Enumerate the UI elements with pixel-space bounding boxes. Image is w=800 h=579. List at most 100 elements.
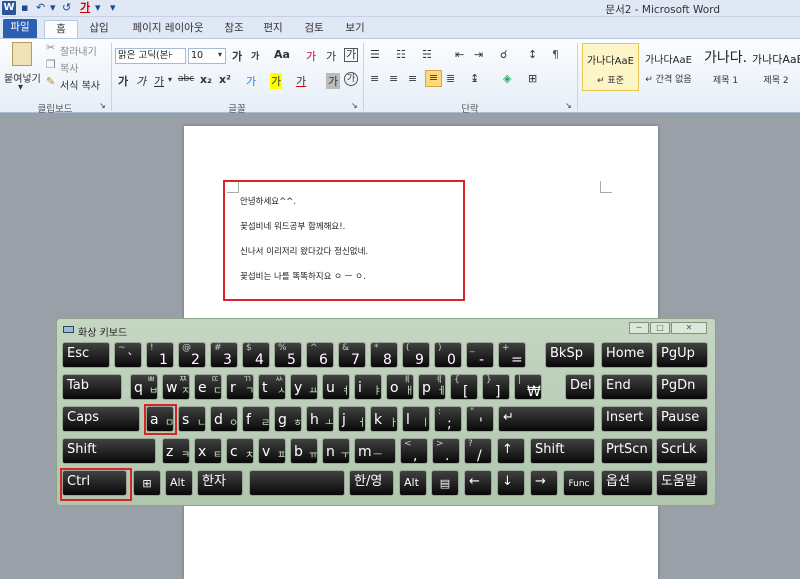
key-menu[interactable]: ▤ xyxy=(431,470,459,496)
minimize-button[interactable]: ─ xyxy=(629,322,649,334)
align-center-icon[interactable]: ≡ xyxy=(389,72,398,85)
key-row1[interactable]: _ - xyxy=(466,342,494,368)
key-won[interactable]: | ₩ xyxy=(514,374,542,400)
key-space[interactable] xyxy=(249,470,345,496)
key-d[interactable]: dㅇ xyxy=(210,406,238,432)
line-spacing-icon[interactable]: ↨ xyxy=(470,72,479,85)
key-v[interactable]: vㅍ xyxy=(258,438,286,464)
decrease-indent-icon[interactable]: ⇤ xyxy=(455,48,464,61)
document-line[interactable]: 안녕하세요^^. xyxy=(240,195,296,207)
copy-icon[interactable]: ❐ xyxy=(46,58,56,71)
key-alt-left[interactable]: Alt xyxy=(165,470,193,496)
undo-icon[interactable]: ↶ xyxy=(36,1,45,15)
character-shading-button[interactable]: 가 xyxy=(326,73,341,89)
key-row1[interactable]: & 7 xyxy=(338,342,366,368)
key-s[interactable]: sㄴ xyxy=(178,406,206,432)
key-row1[interactable]: @2 xyxy=(178,342,206,368)
align-right-icon[interactable]: ≡ xyxy=(408,72,417,85)
increase-indent-icon[interactable]: ⇥ xyxy=(474,48,483,61)
bullets-icon[interactable]: ☰ xyxy=(370,48,380,61)
cut-button[interactable]: 잘라내기 xyxy=(60,43,97,58)
key-shift-left[interactable]: Shift xyxy=(62,438,156,464)
copy-button[interactable]: 복사 xyxy=(60,60,78,75)
key-page-down[interactable]: PgDn xyxy=(656,374,708,400)
paragraph-launcher-icon[interactable]: ↘ xyxy=(565,101,572,110)
undo-dropdown-icon[interactable]: ▾ xyxy=(50,1,56,15)
key-scroll-lock[interactable]: ScrLk xyxy=(656,438,708,464)
paste-dropdown-icon[interactable]: ▾ xyxy=(18,82,23,93)
tab-home[interactable]: 홈 xyxy=(44,20,78,38)
maximize-button[interactable]: □ xyxy=(650,322,670,334)
key-delete[interactable]: Del xyxy=(565,374,595,400)
key-k[interactable]: kㅏ xyxy=(370,406,398,432)
key-row1[interactable]: + = xyxy=(498,342,526,368)
key-y[interactable]: yㅛ xyxy=(290,374,318,400)
font-name-box[interactable]: 맑은 고딕(본⊦ xyxy=(115,48,186,64)
key-n[interactable]: nㅜ xyxy=(322,438,350,464)
key-windows[interactable]: ⊞ xyxy=(133,470,161,496)
key-open-bracket[interactable]: {[ xyxy=(450,374,478,400)
key-row1[interactable]: (9 xyxy=(402,342,430,368)
redo-icon[interactable]: ↺ xyxy=(62,1,71,15)
document-line[interactable]: 신나서 이리저리 왔다갔다 정신없네. xyxy=(240,245,368,257)
key-m[interactable]: mㅡ xyxy=(354,438,396,464)
style-normal[interactable]: 가나다AaE ↵ 표준 xyxy=(582,43,639,91)
key-period[interactable]: >. xyxy=(432,438,460,464)
key-row1[interactable]: * 8 xyxy=(370,342,398,368)
font-launcher-icon[interactable]: ↘ xyxy=(351,101,358,110)
font-color-button[interactable]: 가 xyxy=(296,73,306,89)
key-enter[interactable]: ↵ xyxy=(498,406,595,432)
document-line[interactable]: 꽃섭비네 워드공부 함께해요!. xyxy=(240,220,345,232)
key-u[interactable]: uㅕ xyxy=(322,374,350,400)
tab-review[interactable]: 검토 xyxy=(297,20,331,38)
tab-references[interactable]: 참조 xyxy=(217,20,251,38)
key-e[interactable]: eㄷㄸ xyxy=(194,374,222,400)
key-p[interactable]: pㅔㅖ xyxy=(418,374,446,400)
key-q[interactable]: qㅂㅃ xyxy=(130,374,158,400)
key-help[interactable]: 도움말 xyxy=(656,470,708,496)
qa-font-color-icon[interactable]: 가 xyxy=(80,1,90,15)
phonetic-guide-button[interactable]: 가 xyxy=(326,48,336,64)
key-print-screen[interactable]: PrtScn xyxy=(601,438,653,464)
close-button[interactable]: ✕ xyxy=(671,322,707,334)
superscript-button[interactable]: x² xyxy=(219,73,231,86)
key-row1[interactable]: ~ ` xyxy=(114,342,142,368)
style-no-spacing[interactable]: 가나다AaE ↵ 간격 없음 xyxy=(640,43,697,91)
key-o[interactable]: oㅐㅒ xyxy=(386,374,414,400)
tab-insert[interactable]: 삽입 xyxy=(82,20,116,38)
customize-quick-access-icon[interactable]: ▾ xyxy=(110,1,116,15)
key-c[interactable]: cㅊ xyxy=(226,438,254,464)
key-row1[interactable]: ^ 6 xyxy=(306,342,334,368)
clipboard-launcher-icon[interactable]: ↘ xyxy=(99,101,106,110)
grow-font-button[interactable]: 가 xyxy=(232,48,242,64)
format-painter-icon[interactable]: ✎ xyxy=(46,75,55,88)
key-b[interactable]: bㅠ xyxy=(290,438,318,464)
style-heading-2[interactable]: 가나다AaE 제목 2 xyxy=(752,43,800,91)
strikethrough-button[interactable]: abc xyxy=(178,74,194,84)
key-arrow-up[interactable]: ↑ xyxy=(497,438,525,464)
key-home[interactable]: Home xyxy=(601,342,653,368)
key-w[interactable]: wㅈㅉ xyxy=(162,374,190,400)
key-alt-right[interactable]: Alt xyxy=(399,470,427,496)
highlight-button[interactable]: 가 xyxy=(270,73,283,89)
key-esc[interactable]: Esc xyxy=(62,342,110,368)
key-caps-lock[interactable]: Caps xyxy=(62,406,140,432)
key-i[interactable]: iㅑ xyxy=(354,374,382,400)
key-h[interactable]: hㅗ xyxy=(306,406,334,432)
distributed-icon[interactable]: ≣ xyxy=(446,72,455,85)
format-painter-button[interactable]: 서식 복사 xyxy=(60,77,100,92)
style-heading-1[interactable]: 가나다. 제목 1 xyxy=(697,43,754,91)
subscript-button[interactable]: x₂ xyxy=(200,73,212,86)
key-shift-right[interactable]: Shift xyxy=(530,438,595,464)
key-r[interactable]: rㄱㄲ xyxy=(226,374,254,400)
underline-dropdown-icon[interactable]: ▾ xyxy=(168,75,172,84)
key-t[interactable]: tㅅㅆ xyxy=(258,374,286,400)
enclose-characters-button[interactable]: 가 xyxy=(344,72,358,86)
key-f[interactable]: fㄹ xyxy=(242,406,270,432)
numbering-icon[interactable]: ☷ xyxy=(396,48,406,61)
key-l[interactable]: lㅣ xyxy=(402,406,430,432)
key-j[interactable]: jㅓ xyxy=(338,406,366,432)
key-row1[interactable]: $4 xyxy=(242,342,270,368)
key-row1[interactable]: ) 0 xyxy=(434,342,462,368)
key-arrow-right[interactable]: → xyxy=(530,470,558,496)
